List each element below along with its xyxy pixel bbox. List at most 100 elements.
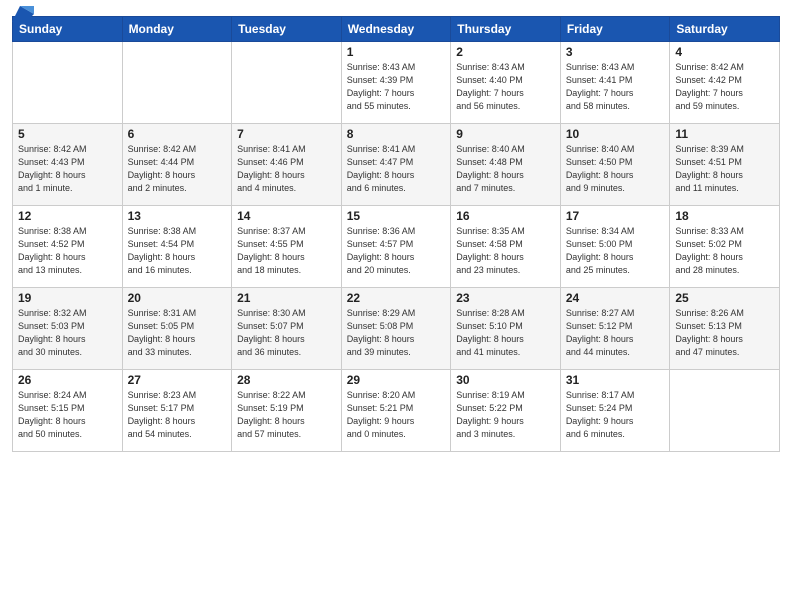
day-info: Sunrise: 8:33 AM Sunset: 5:02 PM Dayligh…: [675, 225, 774, 277]
day-info: Sunrise: 8:43 AM Sunset: 4:40 PM Dayligh…: [456, 61, 555, 113]
calendar-day-3: 3 Sunrise: 8:43 AM Sunset: 4:41 PM Daylig…: [560, 42, 670, 124]
day-info: Sunrise: 8:41 AM Sunset: 4:46 PM Dayligh…: [237, 143, 336, 195]
day-info: Sunrise: 8:43 AM Sunset: 4:41 PM Dayligh…: [566, 61, 665, 113]
calendar-day-1: 1 Sunrise: 8:43 AM Sunset: 4:39 PM Daylig…: [341, 42, 451, 124]
day-number: 19: [18, 291, 117, 305]
day-info: Sunrise: 8:24 AM Sunset: 5:15 PM Dayligh…: [18, 389, 117, 441]
calendar-day-30: 30Sunrise: 8:19 AM Sunset: 5:22 PM Dayli…: [451, 370, 561, 452]
day-info: Sunrise: 8:39 AM Sunset: 4:51 PM Dayligh…: [675, 143, 774, 195]
weekday-header-friday: Friday: [560, 17, 670, 42]
calendar-day-11: 11 Sunrise: 8:39 AM Sunset: 4:51 PM Dayli…: [670, 124, 780, 206]
day-number: 27: [128, 373, 227, 387]
calendar-week-row: 5 Sunrise: 8:42 AM Sunset: 4:43 PM Daylig…: [13, 124, 780, 206]
day-info: Sunrise: 8:26 AM Sunset: 5:13 PM Dayligh…: [675, 307, 774, 359]
calendar-day-17: 17 Sunrise: 8:34 AM Sunset: 5:00 PM Dayli…: [560, 206, 670, 288]
page-container: SundayMondayTuesdayWednesdayThursdayFrid…: [0, 0, 792, 460]
day-number: 16: [456, 209, 555, 223]
day-number: 9: [456, 127, 555, 141]
day-info: Sunrise: 8:34 AM Sunset: 5:00 PM Dayligh…: [566, 225, 665, 277]
day-info: Sunrise: 8:30 AM Sunset: 5:07 PM Dayligh…: [237, 307, 336, 359]
calendar-empty-cell: [670, 370, 780, 452]
day-info: Sunrise: 8:28 AM Sunset: 5:10 PM Dayligh…: [456, 307, 555, 359]
day-info: Sunrise: 8:20 AM Sunset: 5:21 PM Dayligh…: [347, 389, 446, 441]
day-number: 11: [675, 127, 774, 141]
day-info: Sunrise: 8:32 AM Sunset: 5:03 PM Dayligh…: [18, 307, 117, 359]
day-info: Sunrise: 8:38 AM Sunset: 4:52 PM Dayligh…: [18, 225, 117, 277]
calendar-day-15: 15 Sunrise: 8:36 AM Sunset: 4:57 PM Dayli…: [341, 206, 451, 288]
calendar-empty-cell: [13, 42, 123, 124]
day-info: Sunrise: 8:42 AM Sunset: 4:42 PM Dayligh…: [675, 61, 774, 113]
day-info: Sunrise: 8:42 AM Sunset: 4:43 PM Dayligh…: [18, 143, 117, 195]
day-number: 25: [675, 291, 774, 305]
calendar-day-24: 24 Sunrise: 8:27 AM Sunset: 5:12 PM Dayli…: [560, 288, 670, 370]
day-info: Sunrise: 8:19 AM Sunset: 5:22 PM Dayligh…: [456, 389, 555, 441]
calendar-day-31: 31 Sunrise: 8:17 AM Sunset: 5:24 PM Dayli…: [560, 370, 670, 452]
day-info: Sunrise: 8:37 AM Sunset: 4:55 PM Dayligh…: [237, 225, 336, 277]
day-number: 5: [18, 127, 117, 141]
day-info: Sunrise: 8:35 AM Sunset: 4:58 PM Dayligh…: [456, 225, 555, 277]
calendar-day-14: 14 Sunrise: 8:37 AM Sunset: 4:55 PM Dayli…: [232, 206, 342, 288]
day-number: 10: [566, 127, 665, 141]
calendar-day-12: 12 Sunrise: 8:38 AM Sunset: 4:52 PM Dayli…: [13, 206, 123, 288]
calendar-day-23: 23 Sunrise: 8:28 AM Sunset: 5:10 PM Dayli…: [451, 288, 561, 370]
calendar-day-28: 28 Sunrise: 8:22 AM Sunset: 5:19 PM Dayli…: [232, 370, 342, 452]
day-number: 2: [456, 45, 555, 59]
weekday-header-saturday: Saturday: [670, 17, 780, 42]
calendar-day-16: 16 Sunrise: 8:35 AM Sunset: 4:58 PM Dayli…: [451, 206, 561, 288]
day-info: Sunrise: 8:40 AM Sunset: 4:50 PM Dayligh…: [566, 143, 665, 195]
calendar-week-row: 19 Sunrise: 8:32 AM Sunset: 5:03 PM Dayli…: [13, 288, 780, 370]
calendar-day-29: 29 Sunrise: 8:20 AM Sunset: 5:21 PM Dayli…: [341, 370, 451, 452]
weekday-header-row: SundayMondayTuesdayWednesdayThursdayFrid…: [13, 17, 780, 42]
day-number: 21: [237, 291, 336, 305]
day-info: Sunrise: 8:36 AM Sunset: 4:57 PM Dayligh…: [347, 225, 446, 277]
day-number: 7: [237, 127, 336, 141]
weekday-header-tuesday: Tuesday: [232, 17, 342, 42]
day-number: 23: [456, 291, 555, 305]
day-number: 20: [128, 291, 227, 305]
calendar-week-row: 12 Sunrise: 8:38 AM Sunset: 4:52 PM Dayli…: [13, 206, 780, 288]
day-info: Sunrise: 8:43 AM Sunset: 4:39 PM Dayligh…: [347, 61, 446, 113]
day-info: Sunrise: 8:31 AM Sunset: 5:05 PM Dayligh…: [128, 307, 227, 359]
day-info: Sunrise: 8:40 AM Sunset: 4:48 PM Dayligh…: [456, 143, 555, 195]
day-info: Sunrise: 8:17 AM Sunset: 5:24 PM Dayligh…: [566, 389, 665, 441]
day-number: 1: [347, 45, 446, 59]
day-number: 31: [566, 373, 665, 387]
weekday-header-thursday: Thursday: [451, 17, 561, 42]
calendar-day-8: 8 Sunrise: 8:41 AM Sunset: 4:47 PM Daylig…: [341, 124, 451, 206]
calendar-day-4: 4 Sunrise: 8:42 AM Sunset: 4:42 PM Daylig…: [670, 42, 780, 124]
calendar-empty-cell: [232, 42, 342, 124]
day-number: 29: [347, 373, 446, 387]
day-number: 18: [675, 209, 774, 223]
day-info: Sunrise: 8:42 AM Sunset: 4:44 PM Dayligh…: [128, 143, 227, 195]
calendar-day-19: 19 Sunrise: 8:32 AM Sunset: 5:03 PM Dayli…: [13, 288, 123, 370]
calendar-day-5: 5 Sunrise: 8:42 AM Sunset: 4:43 PM Daylig…: [13, 124, 123, 206]
day-info: Sunrise: 8:41 AM Sunset: 4:47 PM Dayligh…: [347, 143, 446, 195]
day-number: 3: [566, 45, 665, 59]
day-number: 4: [675, 45, 774, 59]
day-info: Sunrise: 8:38 AM Sunset: 4:54 PM Dayligh…: [128, 225, 227, 277]
day-info: Sunrise: 8:22 AM Sunset: 5:19 PM Dayligh…: [237, 389, 336, 441]
calendar-day-2: 2 Sunrise: 8:43 AM Sunset: 4:40 PM Daylig…: [451, 42, 561, 124]
day-number: 14: [237, 209, 336, 223]
day-number: 13: [128, 209, 227, 223]
calendar-day-25: 25 Sunrise: 8:26 AM Sunset: 5:13 PM Dayli…: [670, 288, 780, 370]
calendar-day-22: 22Sunrise: 8:29 AM Sunset: 5:08 PM Dayli…: [341, 288, 451, 370]
day-number: 6: [128, 127, 227, 141]
calendar-day-13: 13 Sunrise: 8:38 AM Sunset: 4:54 PM Dayli…: [122, 206, 232, 288]
calendar-empty-cell: [122, 42, 232, 124]
weekday-header-wednesday: Wednesday: [341, 17, 451, 42]
calendar-week-row: 26Sunrise: 8:24 AM Sunset: 5:15 PM Dayli…: [13, 370, 780, 452]
day-number: 17: [566, 209, 665, 223]
calendar-table: SundayMondayTuesdayWednesdayThursdayFrid…: [12, 16, 780, 452]
logo-icon: [12, 6, 34, 22]
calendar-day-20: 20 Sunrise: 8:31 AM Sunset: 5:05 PM Dayli…: [122, 288, 232, 370]
weekday-header-monday: Monday: [122, 17, 232, 42]
day-info: Sunrise: 8:27 AM Sunset: 5:12 PM Dayligh…: [566, 307, 665, 359]
day-number: 15: [347, 209, 446, 223]
calendar-day-7: 7 Sunrise: 8:41 AM Sunset: 4:46 PM Daylig…: [232, 124, 342, 206]
day-number: 24: [566, 291, 665, 305]
day-number: 12: [18, 209, 117, 223]
calendar-day-21: 21 Sunrise: 8:30 AM Sunset: 5:07 PM Dayli…: [232, 288, 342, 370]
day-number: 8: [347, 127, 446, 141]
day-number: 28: [237, 373, 336, 387]
